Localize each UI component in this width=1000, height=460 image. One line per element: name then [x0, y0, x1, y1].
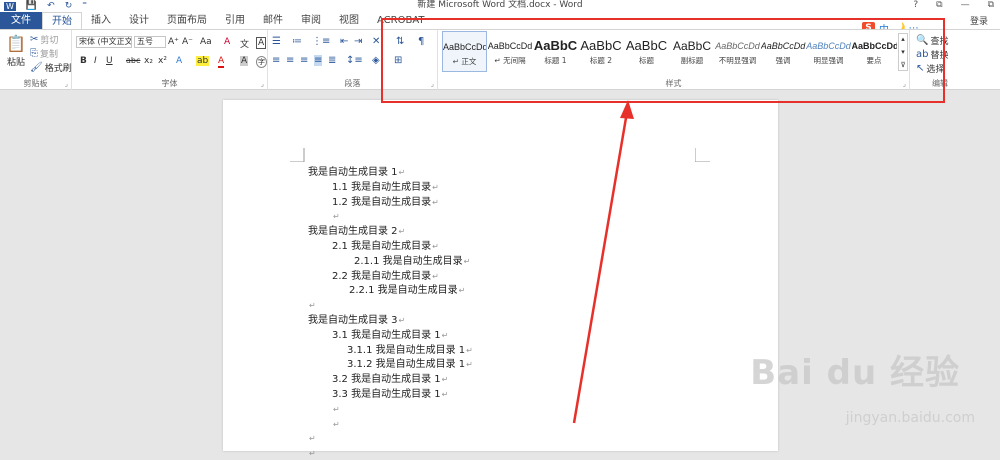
- annotation-overlay: [381, 18, 945, 424]
- arrow-shaft: [572, 111, 629, 424]
- highlight-box: [381, 18, 945, 103]
